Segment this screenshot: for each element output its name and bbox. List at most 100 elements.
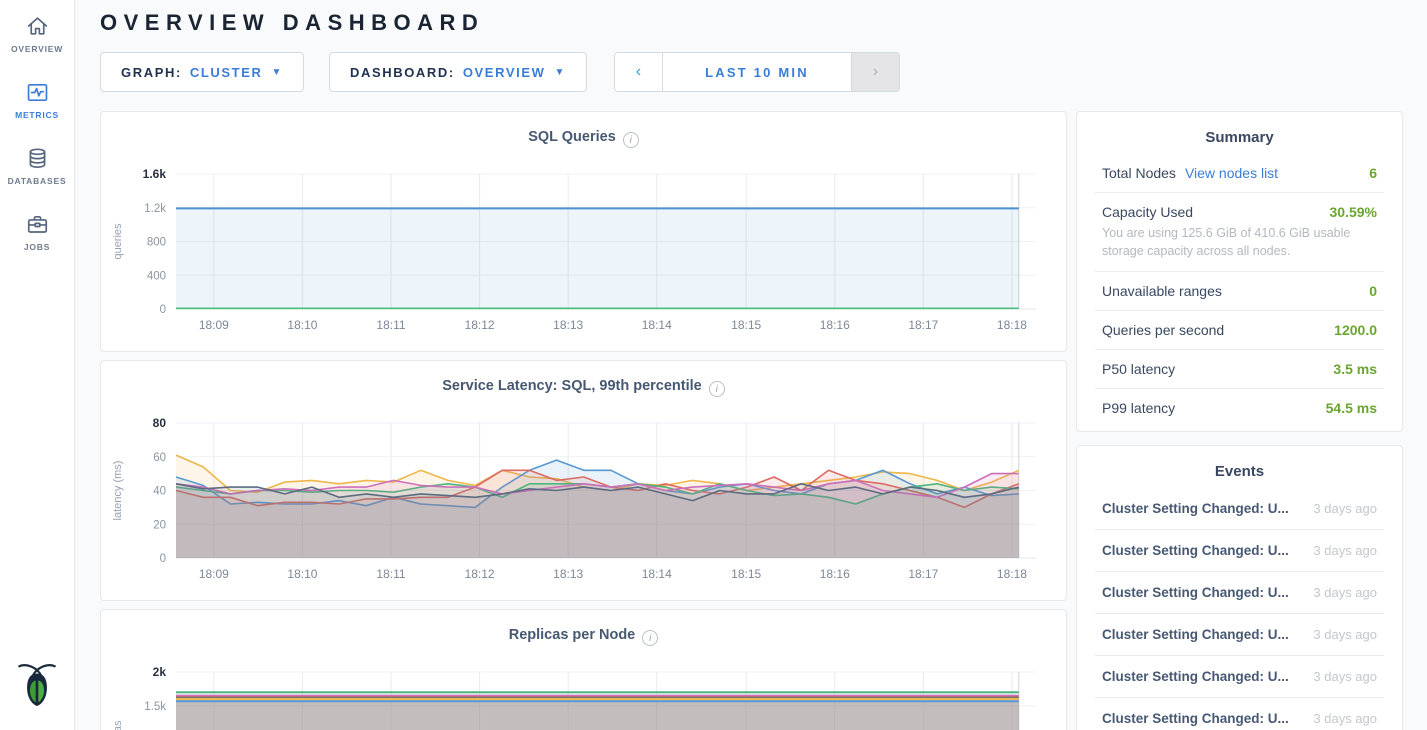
event-timestamp: 3 days ago [1313, 543, 1377, 558]
summary-row-value: 6 [1369, 165, 1377, 181]
time-range-label[interactable]: LAST 10 MIN [663, 53, 851, 91]
svg-text:2k: 2k [153, 665, 167, 679]
sidebar-item-label: DATABASES [8, 176, 67, 186]
summary-row-label: Total Nodes [1102, 165, 1176, 181]
graph-dropdown-label: GRAPH: [121, 65, 182, 80]
summary-title: Summary [1095, 112, 1384, 154]
summary-row-value: 54.5 ms [1326, 400, 1377, 416]
info-icon[interactable]: i [642, 630, 658, 646]
summary-row: P50 latency3.5 ms [1095, 349, 1384, 388]
svg-text:18:13: 18:13 [553, 567, 583, 581]
summary-row: P99 latency54.5 ms [1095, 388, 1384, 427]
page-title: OVERVIEW DASHBOARD [100, 0, 1427, 36]
app-root: OVERVIEW METRICS DATABASES JOBS OVERVIEW DA… [0, 0, 1427, 730]
time-range-selector: ‹ LAST 10 MIN › [614, 52, 900, 92]
svg-text:18:11: 18:11 [376, 318, 405, 332]
svg-text:20: 20 [153, 519, 166, 531]
chart-title: Service Latency: SQL, 99th percentilei [101, 361, 1066, 407]
svg-text:1.2k: 1.2k [144, 203, 166, 215]
summary-row-value: 3.5 ms [1333, 361, 1377, 377]
chart-plot-area[interactable]: 00.5k1k1.5k2k18:0918:1018:1118:1218:1318… [101, 656, 1066, 730]
right-column: Summary Total Nodes View nodes list 6 Capac… [1076, 111, 1403, 730]
info-icon[interactable]: i [709, 381, 725, 397]
svg-text:800: 800 [147, 237, 166, 249]
chart-plot-area[interactable]: 02040608018:0918:1018:1118:1218:1318:141… [101, 407, 1066, 595]
sidebar-item-jobs[interactable]: JOBS [8, 212, 67, 252]
svg-text:18:16: 18:16 [820, 318, 850, 332]
svg-text:18:15: 18:15 [731, 567, 761, 581]
time-prev-button[interactable]: ‹ [615, 53, 663, 91]
chart-card-1: Service Latency: SQL, 99th percentilei 0 2… [100, 360, 1067, 601]
chart-card-0: SQL Queriesi04008001.2k1.6k18:0918:1018:… [100, 111, 1067, 352]
sidebar-item-databases[interactable]: DATABASES [8, 146, 67, 186]
svg-text:18:11: 18:11 [376, 567, 405, 581]
svg-text:18:17: 18:17 [908, 567, 938, 581]
event-row: Cluster Setting Changed: U... 3 days ago [1095, 488, 1384, 529]
event-text: Cluster Setting Changed: U... [1102, 627, 1289, 642]
dashboard-dropdown-label: DASHBOARD: [350, 65, 455, 80]
y-axis-label: replicas [112, 720, 124, 730]
databases-icon [24, 146, 51, 171]
sidebar-item-label: OVERVIEW [11, 44, 63, 54]
info-icon[interactable]: i [623, 132, 639, 148]
events-title: Events [1095, 446, 1384, 488]
svg-text:0: 0 [160, 553, 166, 565]
summary-row-value: 30.59% [1330, 204, 1377, 220]
svg-text:18:13: 18:13 [553, 318, 583, 332]
chart-plot-area[interactable]: 04008001.2k1.6k18:0918:1018:1118:1218:13… [101, 158, 1066, 346]
svg-text:18:09: 18:09 [199, 567, 229, 581]
event-text: Cluster Setting Changed: U... [1102, 501, 1289, 516]
summary-panel: Summary Total Nodes View nodes list 6 Capac… [1076, 111, 1403, 432]
graph-dropdown-value: CLUSTER [190, 65, 263, 80]
y-axis-label: latency (ms) [112, 461, 124, 521]
svg-text:18:18: 18:18 [997, 318, 1027, 332]
svg-text:18:12: 18:12 [465, 567, 495, 581]
dashboard-dropdown[interactable]: DASHBOARD: OVERVIEW ▼ [329, 52, 587, 92]
event-row: Cluster Setting Changed: U... 3 days ago [1095, 655, 1384, 697]
svg-text:400: 400 [147, 270, 166, 282]
graph-dropdown[interactable]: GRAPH: CLUSTER ▼ [100, 52, 304, 92]
svg-text:60: 60 [153, 452, 166, 464]
chevron-down-icon: ▼ [554, 67, 566, 78]
summary-row: Unavailable ranges0 [1095, 271, 1384, 310]
jobs-icon [24, 212, 51, 237]
view-nodes-list-link[interactable]: View nodes list [1185, 165, 1278, 181]
svg-text:80: 80 [153, 416, 167, 430]
sidebar-item-overview[interactable]: OVERVIEW [8, 14, 67, 54]
summary-row-label: Queries per second [1102, 322, 1224, 338]
svg-text:1.5k: 1.5k [144, 701, 166, 713]
events-panel: Events Cluster Setting Changed: U... 3 da… [1076, 445, 1403, 730]
chart-title: Replicas per Nodei [101, 610, 1066, 656]
time-next-button[interactable]: › [851, 53, 899, 91]
cockroachdb-logo[interactable] [16, 661, 58, 712]
svg-text:1.6k: 1.6k [143, 167, 167, 181]
svg-text:18:09: 18:09 [199, 318, 229, 332]
event-row: Cluster Setting Changed: U...3 days ago [1095, 529, 1384, 571]
event-row: Cluster Setting Changed: U...3 days ago [1095, 697, 1384, 730]
summary-row-value: 1200.0 [1334, 322, 1377, 338]
event-text: Cluster Setting Changed: U... [1102, 669, 1289, 684]
summary-row-label: Capacity Used [1102, 204, 1193, 220]
summary-row: Total Nodes View nodes list 6 [1095, 154, 1384, 192]
svg-text:18:16: 18:16 [820, 567, 850, 581]
chart-card-2: Replicas per Nodei00.5k1k1.5k2k18:0918:1… [100, 609, 1067, 730]
sidebar-nav: OVERVIEW METRICS DATABASES JOBS [8, 14, 67, 278]
event-text: Cluster Setting Changed: U... [1102, 585, 1289, 600]
event-timestamp: 3 days ago [1313, 627, 1377, 642]
chart-title: SQL Queriesi [101, 112, 1066, 158]
svg-text:40: 40 [153, 486, 166, 498]
event-timestamp: 3 days ago [1313, 501, 1377, 516]
summary-row: Queries per second 1200.0 [1095, 310, 1384, 349]
summary-rows: Total Nodes View nodes list 6 Capacity Used… [1095, 154, 1384, 427]
sidebar-item-metrics[interactable]: METRICS [8, 80, 67, 120]
chevron-down-icon: ▼ [271, 67, 283, 78]
summary-row-label: Unavailable ranges [1102, 283, 1222, 299]
sidebar-item-label: JOBS [24, 242, 50, 252]
svg-text:18:12: 18:12 [465, 318, 495, 332]
event-timestamp: 3 days ago [1313, 669, 1377, 684]
svg-text:18:18: 18:18 [997, 567, 1027, 581]
home-icon [24, 14, 51, 39]
event-timestamp: 3 days ago [1313, 585, 1377, 600]
events-rows: Cluster Setting Changed: U... 3 days ago C… [1095, 488, 1384, 730]
svg-text:0: 0 [160, 304, 166, 316]
